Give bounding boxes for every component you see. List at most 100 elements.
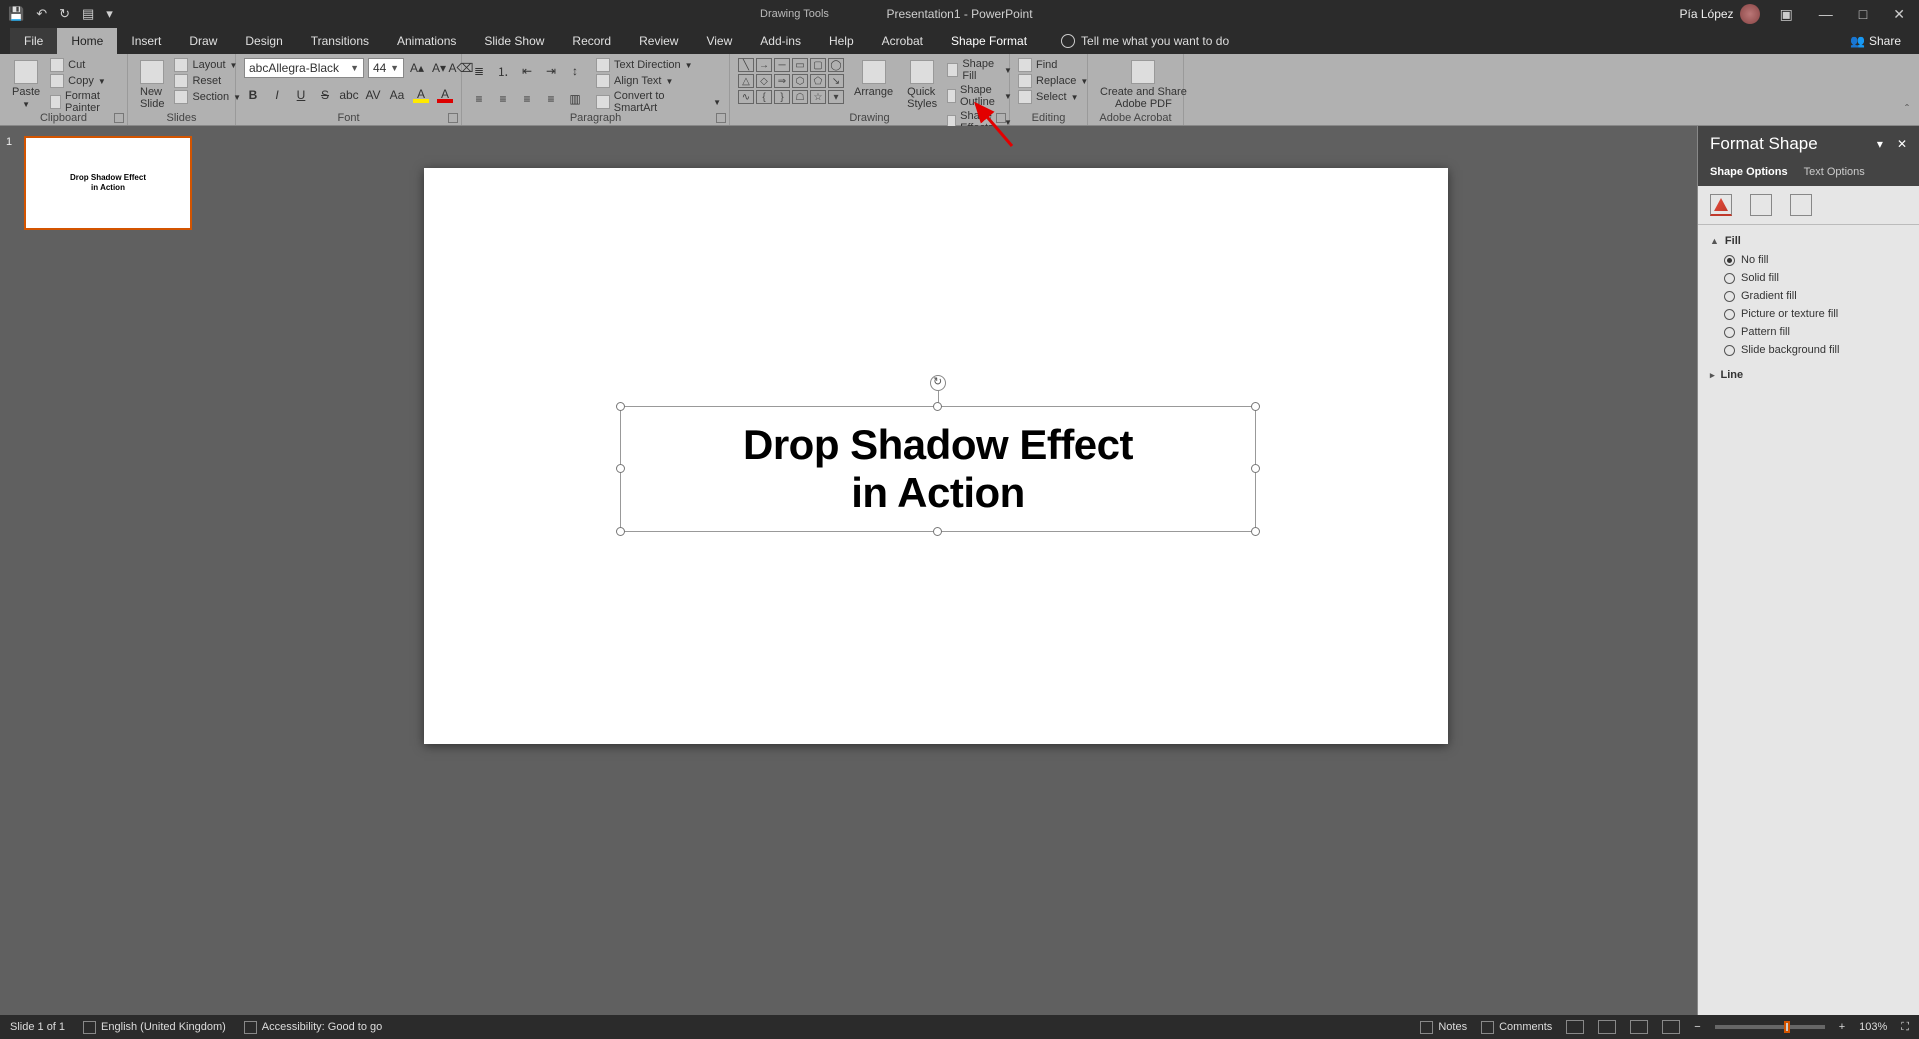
fill-header[interactable]: ▲Fill	[1710, 235, 1907, 247]
bold-button[interactable]: B	[244, 86, 262, 104]
comments-button[interactable]: Comments	[1481, 1021, 1552, 1034]
align-center-button[interactable]: ≡	[494, 90, 512, 108]
text-direction-button[interactable]: Text Direction▼	[596, 58, 721, 72]
save-icon[interactable]: 💾	[8, 6, 24, 22]
shape-outline-button[interactable]: Shape Outline▼	[947, 84, 1012, 108]
undo-icon[interactable]: ↶	[36, 6, 47, 22]
zoom-thumb[interactable]	[1784, 1021, 1790, 1033]
character-spacing-button[interactable]: AV	[364, 86, 382, 104]
slide-canvas-area[interactable]: Drop Shadow Effect in Action	[200, 126, 1697, 1015]
shape-callout-icon[interactable]: ☖	[792, 90, 808, 104]
maximize-icon[interactable]: □	[1853, 6, 1873, 22]
convert-smartart-button[interactable]: Convert to SmartArt▼	[596, 90, 721, 114]
tell-me-search[interactable]: Tell me what you want to do	[1061, 28, 1229, 54]
resize-handle-ne[interactable]	[1251, 402, 1260, 411]
layout-button[interactable]: Layout▼	[174, 58, 241, 72]
shape-more-icon[interactable]: ▾	[828, 90, 844, 104]
strikethrough-button[interactable]: S	[316, 86, 334, 104]
copy-button[interactable]: Copy▼	[50, 74, 119, 88]
shape-roundrect-icon[interactable]: ▢	[810, 58, 826, 72]
size-category-icon[interactable]	[1790, 194, 1812, 216]
redo-icon[interactable]: ↻	[59, 6, 70, 22]
zoom-out-button[interactable]: −	[1694, 1021, 1700, 1033]
start-from-beginning-icon[interactable]: ▤	[82, 6, 94, 22]
shape-diamond-icon[interactable]: ◇	[756, 74, 772, 88]
tab-file[interactable]: File	[10, 28, 57, 54]
resize-handle-w[interactable]	[616, 464, 625, 473]
reading-view-icon[interactable]	[1630, 1020, 1648, 1034]
shape-fill-button[interactable]: Shape Fill▼	[947, 58, 1012, 82]
tab-help[interactable]: Help	[815, 28, 868, 54]
line-header[interactable]: ▸Line	[1710, 369, 1907, 381]
tab-addins[interactable]: Add-ins	[746, 28, 815, 54]
pane-close-icon[interactable]: ✕	[1897, 137, 1907, 151]
tab-view[interactable]: View	[692, 28, 746, 54]
shape-rect-icon[interactable]: ▭	[792, 58, 808, 72]
section-button[interactable]: Section▼	[174, 90, 241, 104]
tab-review[interactable]: Review	[625, 28, 692, 54]
close-icon[interactable]: ✕	[1887, 6, 1911, 23]
ribbon-display-icon[interactable]: ▣	[1774, 6, 1799, 23]
cut-button[interactable]: Cut	[50, 58, 119, 72]
resize-handle-nw[interactable]	[616, 402, 625, 411]
fill-line-category-icon[interactable]	[1710, 194, 1732, 216]
shape-oval-icon[interactable]: ◯	[828, 58, 844, 72]
tab-transitions[interactable]: Transitions	[297, 28, 383, 54]
zoom-in-button[interactable]: +	[1839, 1021, 1845, 1033]
normal-view-icon[interactable]	[1566, 1020, 1584, 1034]
fit-to-window-icon[interactable]: ⛶	[1901, 1021, 1909, 1034]
paragraph-dialog-launcher[interactable]	[716, 113, 726, 123]
shape-triangle-icon[interactable]: △	[738, 74, 754, 88]
resize-handle-s[interactable]	[933, 527, 942, 536]
slide-sorter-view-icon[interactable]	[1598, 1020, 1616, 1034]
accessibility-indicator[interactable]: Accessibility: Good to go	[244, 1021, 382, 1034]
tab-design[interactable]: Design	[231, 28, 296, 54]
arrange-button[interactable]: Arrange	[850, 58, 897, 100]
shape-line-icon[interactable]: ╲	[738, 58, 754, 72]
drawing-dialog-launcher[interactable]	[996, 113, 1006, 123]
resize-handle-se[interactable]	[1251, 527, 1260, 536]
justify-button[interactable]: ≡	[542, 90, 560, 108]
tab-home[interactable]: Home	[57, 28, 117, 54]
notes-button[interactable]: Notes	[1420, 1021, 1467, 1034]
change-case-button[interactable]: Aa	[388, 86, 406, 104]
share-button[interactable]: 👥 Share	[1850, 28, 1901, 54]
decrease-font-icon[interactable]: A▾	[430, 59, 448, 77]
rotate-handle[interactable]	[930, 375, 946, 391]
increase-font-icon[interactable]: A▴	[408, 59, 426, 77]
shape-curve-icon[interactable]: ∿	[738, 90, 754, 104]
shape-penta-icon[interactable]: ⬠	[810, 74, 826, 88]
shape-line2-icon[interactable]: ─	[774, 58, 790, 72]
resize-handle-e[interactable]	[1251, 464, 1260, 473]
format-painter-button[interactable]: Format Painter	[50, 90, 119, 114]
tab-record[interactable]: Record	[558, 28, 625, 54]
slide-indicator[interactable]: Slide 1 of 1	[10, 1021, 65, 1033]
slide-thumbnail[interactable]: 1 Drop Shadow Effect in Action	[10, 136, 190, 230]
picture-fill-radio[interactable]: Picture or texture fill	[1710, 305, 1907, 323]
tab-acrobat[interactable]: Acrobat	[868, 28, 937, 54]
text-shadow-button[interactable]: abc	[340, 86, 358, 104]
slide-thumbnail-panel[interactable]: 1 Drop Shadow Effect in Action	[0, 126, 200, 1015]
shape-star-icon[interactable]: ☆	[810, 90, 826, 104]
shape-arrow-icon[interactable]: →	[756, 58, 772, 72]
select-button[interactable]: Select▼	[1018, 90, 1088, 104]
shape-brace-r-icon[interactable]: }	[774, 90, 790, 104]
shapes-gallery[interactable]: ╲→─▭▢◯ △◇⇒⬡⬠↘ ∿{}☖☆▾	[738, 58, 844, 104]
title-textbox[interactable]: Drop Shadow Effect in Action	[620, 406, 1256, 532]
italic-button[interactable]: I	[268, 86, 286, 104]
increase-indent-button[interactable]: ⇥	[542, 62, 560, 80]
tab-slideshow[interactable]: Slide Show	[470, 28, 558, 54]
zoom-slider[interactable]	[1715, 1025, 1825, 1029]
title-text[interactable]: Drop Shadow Effect in Action	[621, 407, 1255, 531]
create-pdf-button[interactable]: Create and Share Adobe PDF	[1096, 58, 1191, 112]
no-fill-radio[interactable]: No fill	[1710, 251, 1907, 269]
user-account[interactable]: Pía López	[1680, 4, 1760, 24]
new-slide-button[interactable]: New Slide	[136, 58, 168, 112]
reset-button[interactable]: Reset	[174, 74, 241, 88]
zoom-level[interactable]: 103%	[1859, 1021, 1887, 1033]
qat-more-icon[interactable]: ▾	[106, 6, 113, 22]
effects-category-icon[interactable]	[1750, 194, 1772, 216]
columns-button[interactable]: ▥	[566, 90, 584, 108]
align-left-button[interactable]: ≡	[470, 90, 488, 108]
slide[interactable]: Drop Shadow Effect in Action	[424, 168, 1448, 744]
